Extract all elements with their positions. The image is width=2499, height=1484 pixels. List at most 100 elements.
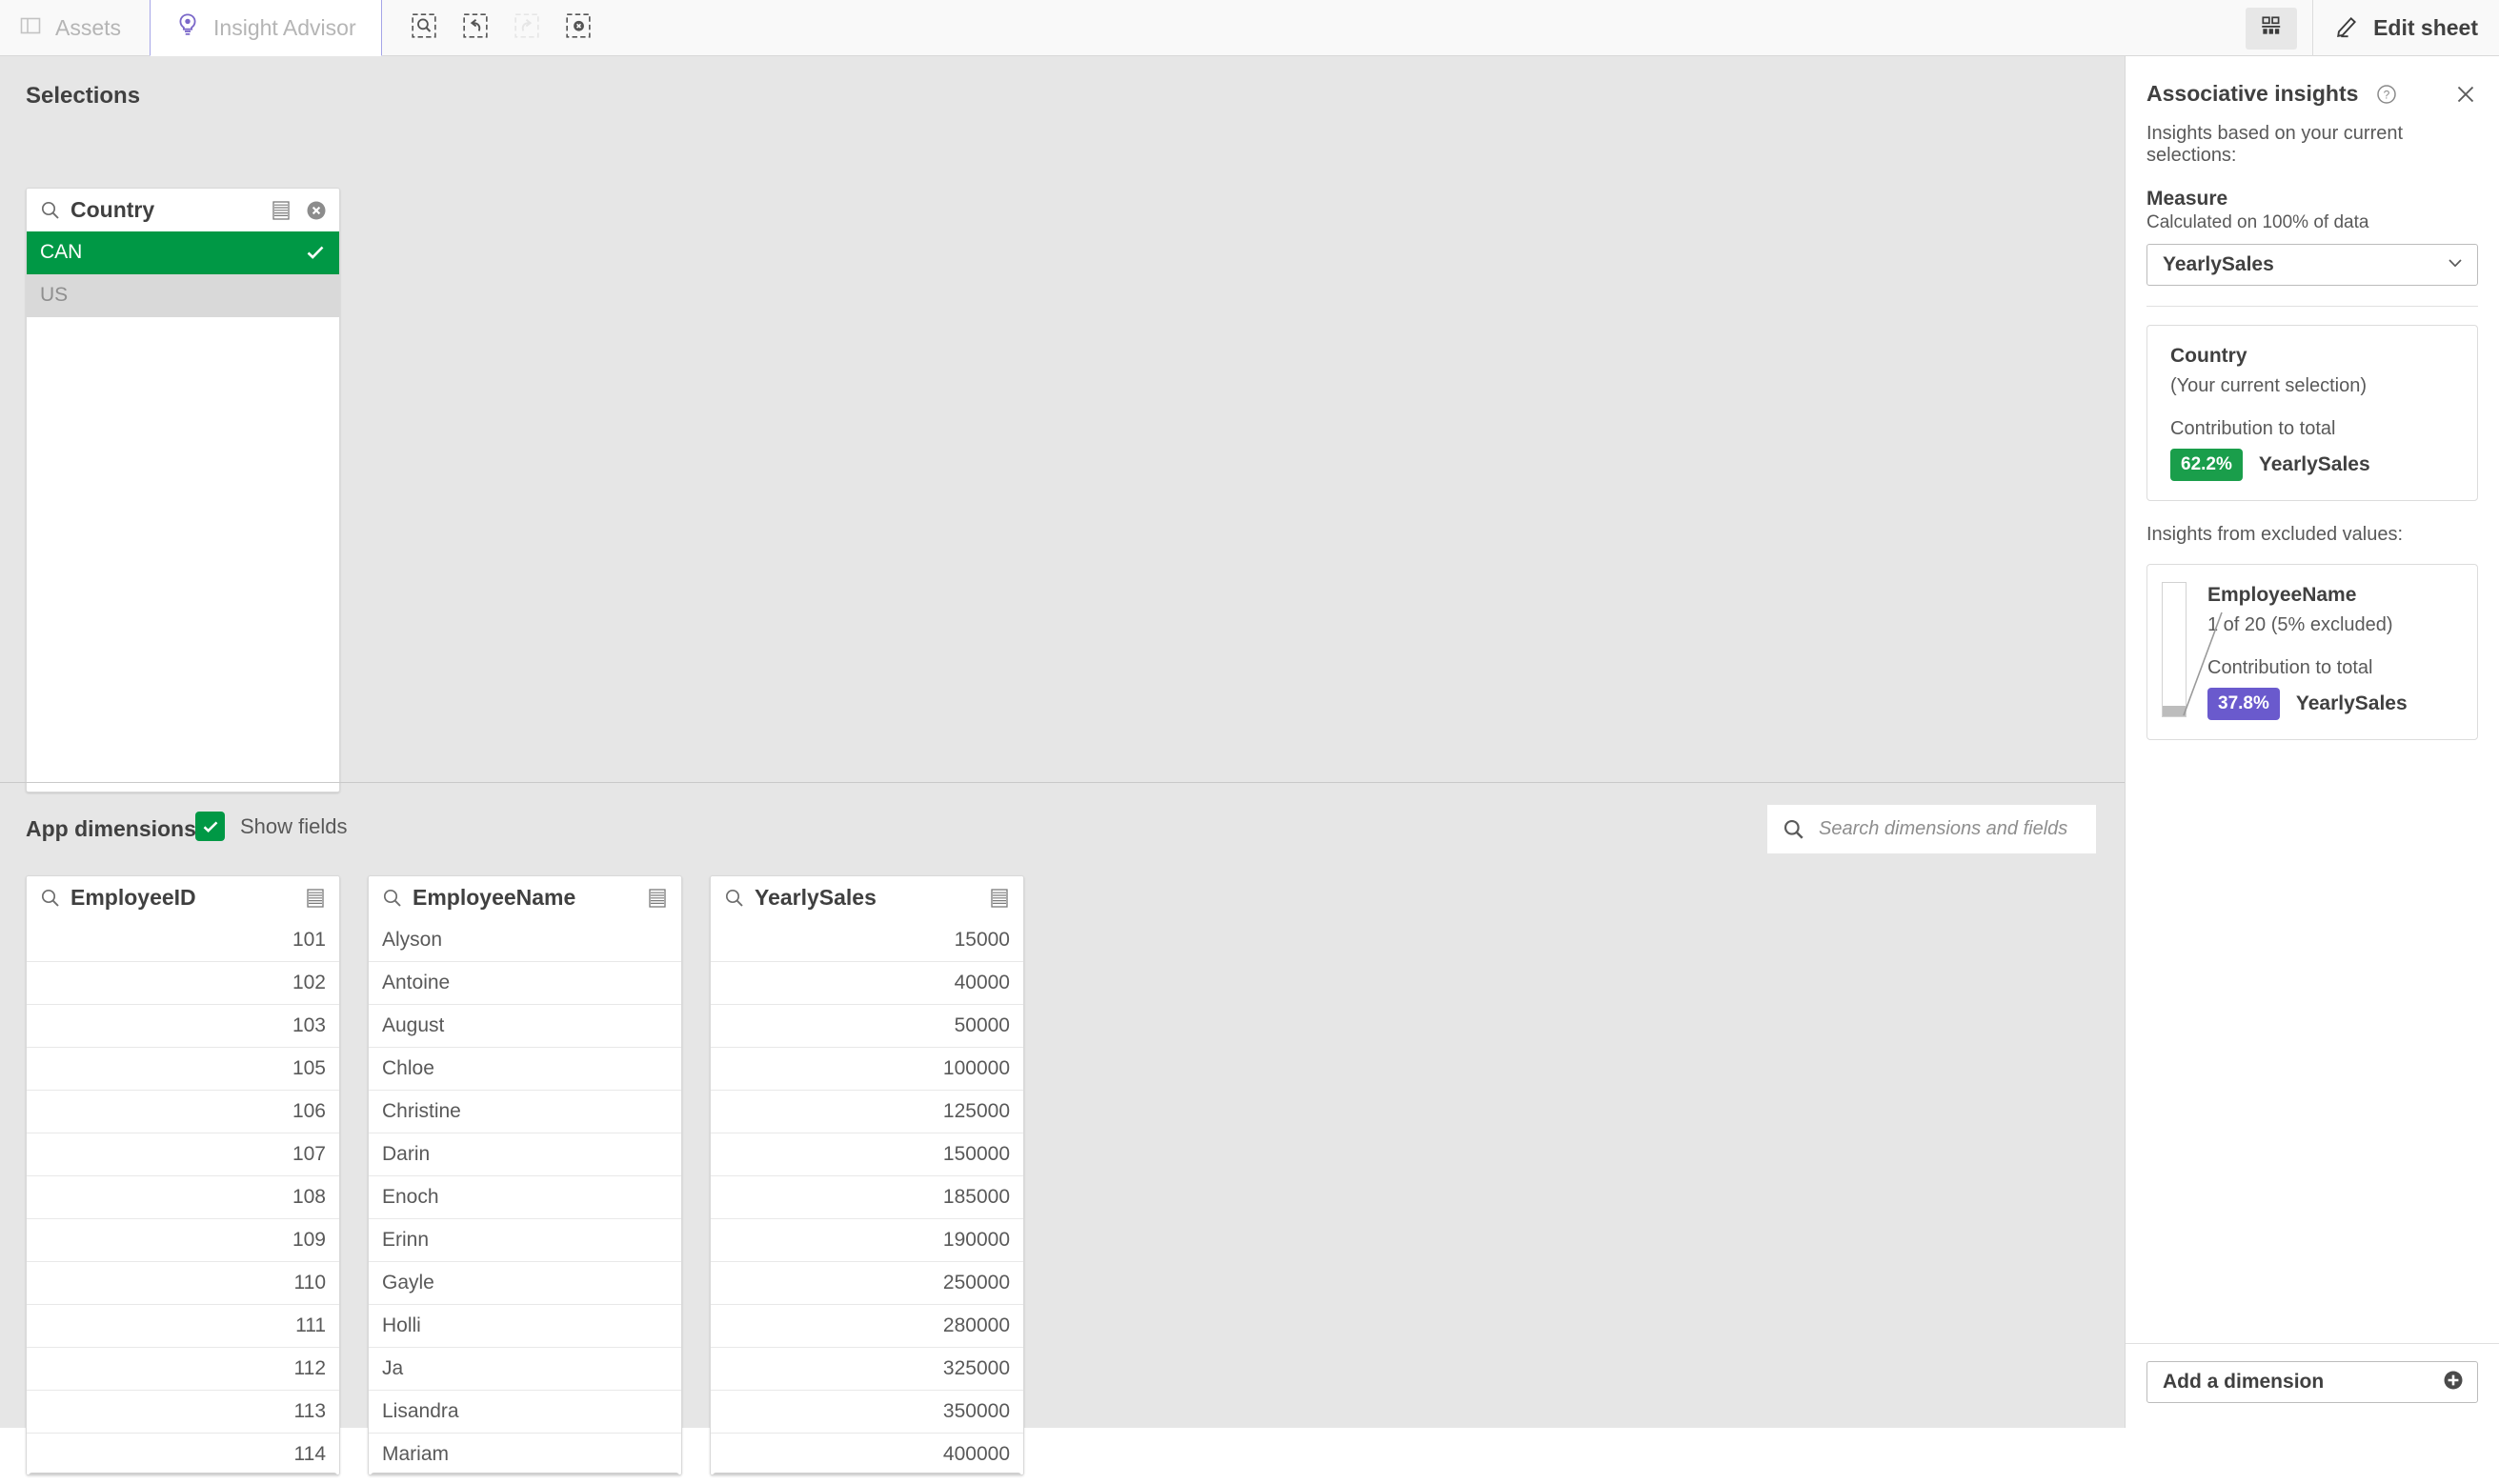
tab-insight-advisor[interactable]: Insight Advisor: [150, 0, 382, 56]
field-listbox-yearlysales[interactable]: YearlySales 15000 40000 50000 100000 125000 1…: [710, 875, 1024, 1475]
listbox-row[interactable]: 110: [27, 1262, 339, 1305]
close-icon[interactable]: [2453, 82, 2478, 107]
panel-header: Associative insights ?: [2126, 56, 2499, 107]
search-icon[interactable]: [40, 200, 61, 221]
listbox-row[interactable]: 280000: [711, 1305, 1023, 1348]
listbox-row[interactable]: 103: [27, 1005, 339, 1048]
check-icon: [305, 242, 326, 263]
show-fields-toggle[interactable]: Show fields: [195, 812, 348, 841]
listbox-header-employeename[interactable]: EmployeeName: [369, 876, 681, 919]
listbox-menu-icon[interactable]: [987, 885, 1012, 912]
listbox-rows-country[interactable]: CAN US: [27, 231, 339, 792]
listbox-row[interactable]: 125000: [711, 1091, 1023, 1133]
listbox-row[interactable]: 101: [27, 919, 339, 962]
listbox-row[interactable]: Erinn: [369, 1219, 681, 1262]
listbox-row[interactable]: Ja: [369, 1348, 681, 1391]
listbox-row[interactable]: 105: [27, 1048, 339, 1091]
listbox-row[interactable]: 109: [27, 1219, 339, 1262]
listbox-row[interactable]: 40000: [711, 962, 1023, 1005]
listbox-rows-yearlysales[interactable]: 15000 40000 50000 100000 125000 150000 185000 1…: [711, 919, 1023, 1474]
listbox-row[interactable]: Enoch: [369, 1176, 681, 1219]
field-listbox-employeeid[interactable]: EmployeeID 101 102 103 105 106 107 108 109 110 11…: [26, 875, 340, 1475]
clear-all-selections-button[interactable]: [557, 7, 599, 49]
listbox-menu-icon[interactable]: [303, 885, 328, 912]
selections-title: Selections: [26, 83, 141, 109]
tab-assets[interactable]: Assets: [0, 0, 150, 56]
listbox-row[interactable]: 150000: [711, 1133, 1023, 1176]
listbox-row[interactable]: 185000: [711, 1176, 1023, 1219]
listbox-row[interactable]: Lisandra: [369, 1391, 681, 1434]
measure-select[interactable]: YearlySales: [2146, 244, 2478, 286]
listbox-row-selected[interactable]: CAN: [27, 231, 339, 274]
selections-listbox-country[interactable]: Country CAN US: [26, 188, 340, 792]
listbox-row-excluded[interactable]: US: [27, 274, 339, 317]
listbox-rows-employeeid[interactable]: 101 102 103 105 106 107 108 109 110 111 112 113 114: [27, 919, 339, 1474]
dimension-search-input[interactable]: [1819, 818, 2086, 840]
listbox-row-value: Mariam: [382, 1443, 450, 1465]
insight-card-selection[interactable]: Country (Your current selection) Contrib…: [2146, 325, 2478, 501]
show-fields-checkbox[interactable]: [195, 812, 225, 841]
listbox-title-country: Country: [71, 197, 155, 222]
insight-card-excluded[interactable]: EmployeeName 1 of 20 (5% excluded) Contr…: [2146, 564, 2478, 740]
listbox-row[interactable]: 250000: [711, 1262, 1023, 1305]
add-circle-icon: [2441, 1368, 2466, 1397]
listbox-row-value: US: [40, 284, 69, 306]
pencil-icon: [2334, 12, 2361, 45]
listbox-header-employeeid[interactable]: EmployeeID: [27, 876, 339, 919]
listbox-row[interactable]: Darin: [369, 1133, 681, 1176]
step-back-button[interactable]: [454, 7, 496, 49]
listbox-row[interactable]: Antoine: [369, 962, 681, 1005]
listbox-menu-icon[interactable]: [269, 197, 293, 224]
bar-fill: [2163, 706, 2186, 716]
search-icon[interactable]: [40, 888, 61, 909]
listbox-menu-icon[interactable]: [645, 885, 670, 912]
horizontal-scrollbar[interactable]: [29, 1473, 337, 1474]
field-listbox-row: EmployeeID 101 102 103 105 106 107 108 109 110 11…: [0, 875, 2125, 1484]
sheet-view-button[interactable]: [2246, 7, 2298, 50]
contribution-badge: 62.2%: [2170, 449, 2243, 481]
listbox-row[interactable]: 15000: [711, 919, 1023, 962]
listbox-row[interactable]: 325000: [711, 1348, 1023, 1391]
listbox-row[interactable]: 102: [27, 962, 339, 1005]
listbox-row[interactable]: 400000: [711, 1434, 1023, 1474]
main-content-area: Selections Country CAN US App dimensions…: [0, 56, 2125, 1475]
listbox-row[interactable]: August: [369, 1005, 681, 1048]
listbox-row[interactable]: 100000: [711, 1048, 1023, 1091]
listbox-header-yearlysales[interactable]: YearlySales: [711, 876, 1023, 919]
listbox-row[interactable]: 50000: [711, 1005, 1023, 1048]
horizontal-scrollbar[interactable]: [713, 1473, 1021, 1474]
edit-sheet-button[interactable]: Edit sheet: [2315, 0, 2499, 56]
dimension-search-box[interactable]: [1767, 805, 2096, 853]
listbox-row[interactable]: Christine: [369, 1091, 681, 1133]
listbox-row[interactable]: 106: [27, 1091, 339, 1133]
listbox-row[interactable]: 114: [27, 1434, 339, 1474]
excluded-bar-chart: [2162, 582, 2187, 717]
listbox-row[interactable]: 108: [27, 1176, 339, 1219]
listbox-row[interactable]: 107: [27, 1133, 339, 1176]
listbox-row[interactable]: Gayle: [369, 1262, 681, 1305]
clear-selection-icon[interactable]: [305, 199, 328, 222]
listbox-row[interactable]: Mariam: [369, 1434, 681, 1474]
listbox-row[interactable]: Chloe: [369, 1048, 681, 1091]
listbox-row[interactable]: 112: [27, 1348, 339, 1391]
listbox-header-country[interactable]: Country: [27, 189, 339, 231]
listbox-row-value: 110: [293, 1272, 326, 1293]
listbox-title-yearlysales: YearlySales: [755, 885, 877, 910]
add-dimension-button[interactable]: Add a dimension: [2146, 1361, 2478, 1403]
listbox-row[interactable]: 350000: [711, 1391, 1023, 1434]
listbox-row[interactable]: 113: [27, 1391, 339, 1434]
listbox-rows-employeename[interactable]: Alyson Antoine August Chloe Christine Darin En…: [369, 919, 681, 1474]
listbox-row[interactable]: 111: [27, 1305, 339, 1348]
search-icon[interactable]: [382, 888, 403, 909]
search-icon[interactable]: [724, 888, 745, 909]
help-circle-icon[interactable]: ?: [2375, 83, 2398, 106]
listbox-row[interactable]: Holli: [369, 1305, 681, 1348]
listbox-row-value: Darin: [382, 1143, 431, 1165]
selection-search-icon: [411, 12, 437, 44]
selection-search-button[interactable]: [403, 7, 445, 49]
panel-title: Associative insights: [2146, 81, 2359, 106]
horizontal-scrollbar[interactable]: [371, 1473, 679, 1474]
listbox-row[interactable]: 190000: [711, 1219, 1023, 1262]
field-listbox-employeename[interactable]: EmployeeName Alyson Antoine August Chloe Chr…: [368, 875, 682, 1475]
listbox-row[interactable]: Alyson: [369, 919, 681, 962]
